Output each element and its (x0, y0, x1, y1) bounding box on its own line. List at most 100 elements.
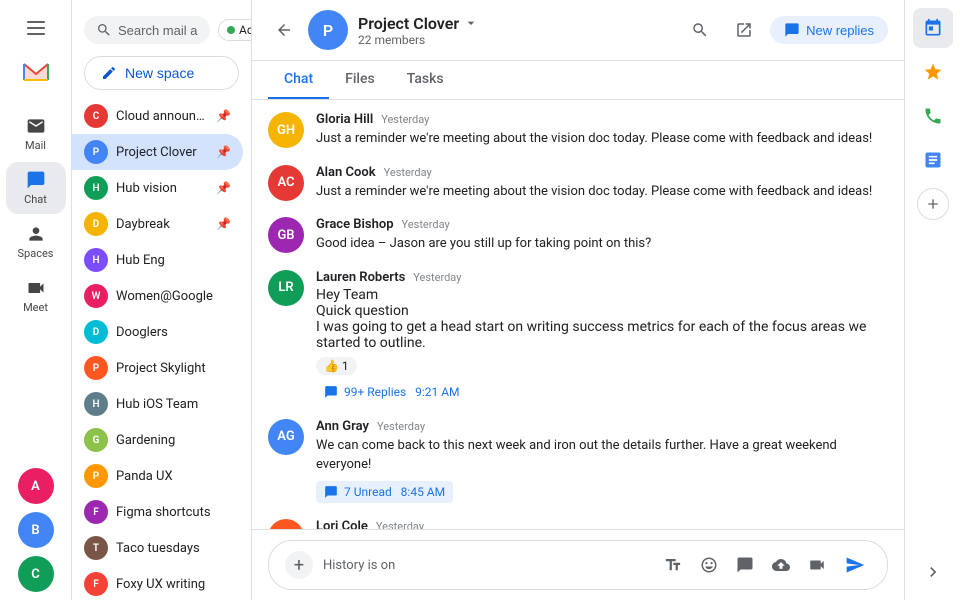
message-sender: Alan Cook (316, 165, 376, 180)
messages-area: GH Gloria Hill Yesterday Just a reminder… (252, 100, 904, 529)
sidebar-item-hub-vision[interactable]: H Hub vision 📌 (72, 170, 243, 206)
user-avatar-1[interactable]: A (18, 468, 54, 504)
message-time: Yesterday (377, 420, 425, 433)
space-name: Hub Eng (116, 253, 231, 268)
message-input-area: + History is on (252, 529, 904, 600)
sidebar-item-meet[interactable]: Meet (6, 270, 66, 322)
search-chat-button[interactable] (682, 12, 718, 48)
search-input[interactable] (118, 23, 198, 38)
pin-icon: 📌 (216, 217, 231, 231)
message-time: Yesterday (402, 218, 450, 231)
message-sender: Ann Gray (316, 419, 369, 434)
message-group: AC Alan Cook Yesterday Just a reminder w… (268, 165, 888, 202)
space-avatar: H (84, 392, 108, 416)
right-panel-star-icon[interactable] (913, 52, 953, 92)
message-header: Gloria Hill Yesterday (316, 112, 888, 127)
tab-tasks[interactable]: Tasks (391, 61, 460, 99)
unread-replies-button[interactable]: 7 Unread 8:45 AM (316, 481, 453, 503)
sidebar-item-hub-eng[interactable]: H Hub Eng (72, 242, 243, 278)
left-sidebar: Mail Chat Spaces Meet A B C (0, 0, 72, 600)
right-panel-tasks-icon[interactable] (913, 140, 953, 180)
tab-files[interactable]: Files (329, 61, 391, 99)
space-avatar: F (84, 500, 108, 524)
dropdown-icon[interactable] (463, 15, 479, 31)
status-pill[interactable]: Active (218, 19, 252, 41)
user-avatar-2[interactable]: B (18, 512, 54, 548)
sidebar-item-hub-ios[interactable]: H Hub iOS Team (72, 386, 243, 422)
menu-icon[interactable] (16, 8, 56, 48)
space-avatar: D (84, 212, 108, 236)
message-sender: Gloria Hill (316, 112, 373, 127)
tab-chat[interactable]: Chat (268, 61, 329, 99)
right-panel-add-button[interactable] (917, 188, 949, 220)
message-group: LR Lauren Roberts Yesterday Hey TeamQuic… (268, 270, 888, 403)
message-content: Lori Cole Yesterday @Jason do you know w… (316, 519, 888, 530)
new-replies-button[interactable]: New replies (770, 16, 888, 44)
space-list-panel: Active New space C Cloud announce 📌 P Pr… (72, 0, 252, 600)
space-avatar: G (84, 428, 108, 452)
message-text: Quick question (316, 303, 888, 319)
space-avatar: P (84, 464, 108, 488)
right-panel-expand-icon[interactable] (913, 552, 953, 592)
space-name: Project Clover (116, 145, 208, 160)
right-panel-calendar-icon[interactable] (913, 8, 953, 48)
sidebar-item-spaces[interactable]: Spaces (6, 216, 66, 268)
back-button[interactable] (268, 14, 300, 46)
sidebar-item-figma-shortcuts[interactable]: F Figma shortcuts (72, 494, 243, 530)
sidebar-item-cloud-announce[interactable]: C Cloud announce 📌 (72, 98, 243, 134)
sidebar-item-chat[interactable]: Chat (6, 162, 66, 214)
sidebar-item-taco-tuesdays[interactable]: T Taco tuesdays (72, 530, 243, 566)
chat-tabs: ChatFilesTasks (252, 61, 904, 100)
space-avatar: H (84, 176, 108, 200)
space-name: Project Skylight (116, 361, 231, 376)
space-avatar: P (84, 356, 108, 380)
pin-icon: 📌 (216, 145, 231, 159)
sidebar-item-project-skylight[interactable]: P Project Skylight (72, 350, 243, 386)
message-avatar: AC (268, 165, 304, 201)
message-avatar: GH (268, 112, 304, 148)
open-in-new-button[interactable] (726, 12, 762, 48)
space-name: Hub vision (116, 181, 208, 196)
pin-icon: 📌 (216, 181, 231, 195)
right-panel-phone-icon[interactable] (913, 96, 953, 136)
chat-avatar: P (308, 10, 348, 50)
input-placeholder-text[interactable]: History is on (323, 558, 649, 573)
emoji-icon[interactable] (695, 551, 723, 579)
user-avatar-3[interactable]: C (18, 556, 54, 592)
space-name: Foxy UX writing (116, 577, 231, 592)
message-content: Ann Gray Yesterday We can come back to t… (316, 419, 888, 503)
sidebar-item-panda-ux[interactable]: P Panda UX (72, 458, 243, 494)
message-group: GH Gloria Hill Yesterday Just a reminder… (268, 112, 888, 149)
space-name: Cloud announce (116, 109, 208, 124)
sidebar-mail-label: Mail (25, 139, 46, 152)
sidebar-item-gardening[interactable]: G Gardening (72, 422, 243, 458)
upload-icon[interactable] (767, 551, 795, 579)
message-header: Grace Bishop Yesterday (316, 217, 888, 232)
space-name: Taco tuesdays (116, 541, 231, 556)
text-format-icon[interactable] (659, 551, 687, 579)
space-name: Dooglers (116, 325, 231, 340)
chat-bubble-icon[interactable] (731, 551, 759, 579)
space-items-list: C Cloud announce 📌 P Project Clover 📌 H … (72, 98, 251, 600)
sidebar-item-project-clover[interactable]: P Project Clover 📌 (72, 134, 243, 170)
send-button[interactable] (839, 549, 871, 581)
add-attachment-button[interactable]: + (285, 551, 313, 579)
video-icon[interactable] (803, 551, 831, 579)
message-text: Just a reminder we're meeting about the … (316, 182, 888, 202)
message-text: We can come back to this next week and i… (316, 436, 888, 475)
space-avatar: P (84, 140, 108, 164)
edit-icon (101, 65, 117, 81)
replies-button[interactable]: 99+ Replies 9:21 AM (316, 381, 468, 403)
sidebar-item-daybreak[interactable]: D Daybreak 📌 (72, 206, 243, 242)
sidebar-item-dooglers[interactable]: D Dooglers (72, 314, 243, 350)
message-header: Ann Gray Yesterday (316, 419, 888, 434)
new-space-button[interactable]: New space (84, 56, 239, 90)
sidebar-item-mail[interactable]: Mail (6, 108, 66, 160)
space-avatar: H (84, 248, 108, 272)
message-reaction[interactable]: 👍 1 (316, 357, 357, 375)
sidebar-item-women-google[interactable]: W Women@Google (72, 278, 243, 314)
message-content: Alan Cook Yesterday Just a reminder we'r… (316, 165, 888, 202)
sidebar-item-foxy-ux[interactable]: F Foxy UX writing (72, 566, 243, 600)
main-content: P Project Clover 22 members New replies … (252, 0, 904, 600)
message-sender: Lauren Roberts (316, 270, 405, 285)
